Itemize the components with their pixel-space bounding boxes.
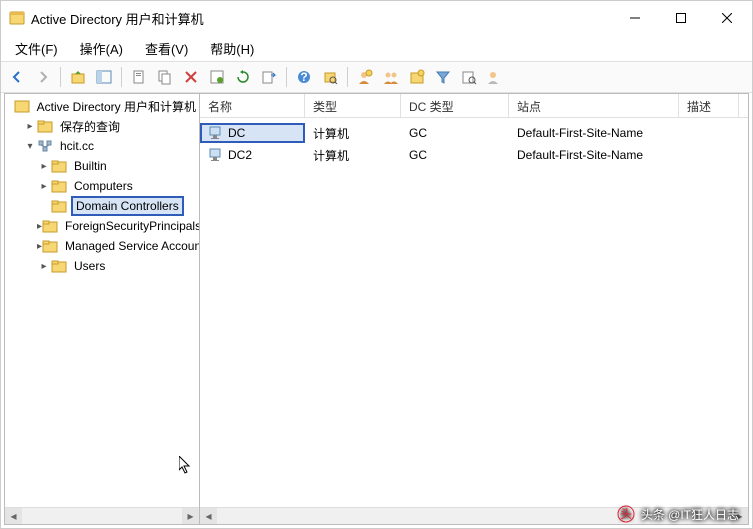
app-icon bbox=[9, 10, 25, 26]
expand-toggle[interactable]: ▸ bbox=[37, 181, 51, 192]
expand-toggle[interactable]: ▸ bbox=[37, 261, 51, 272]
column-header[interactable]: 类型 bbox=[305, 94, 401, 117]
cell-name: DC bbox=[200, 123, 305, 143]
tree-container-item[interactable]: ▸ Builtin bbox=[5, 156, 199, 176]
tree-label: hcit.cc bbox=[57, 138, 97, 154]
expand-toggle[interactable]: ▸ bbox=[37, 161, 51, 172]
computer-icon bbox=[208, 125, 224, 141]
tree-saved-queries[interactable]: ▸ 保存的查询 bbox=[5, 116, 199, 136]
tree-label: Users bbox=[71, 258, 108, 274]
list-row[interactable]: DC计算机GCDefault-First-Site-Name bbox=[200, 122, 748, 144]
folder-icon bbox=[42, 218, 58, 234]
domain-icon bbox=[37, 138, 53, 154]
menu-view[interactable]: 查看(V) bbox=[135, 36, 198, 61]
cell-dc-type: GC bbox=[401, 126, 509, 140]
folder-icon bbox=[51, 258, 67, 274]
column-header[interactable]: 名称 bbox=[200, 94, 305, 117]
tree-hscrollbar[interactable]: ◂ ▸ bbox=[5, 507, 199, 524]
tree-label: ForeignSecurityPrincipals bbox=[62, 218, 199, 234]
scroll-right-button[interactable]: ▸ bbox=[182, 508, 199, 525]
tree-label: 保存的查询 bbox=[57, 117, 123, 136]
titlebar: Active Directory 用户和计算机 bbox=[1, 1, 752, 35]
content-area: Active Directory 用户和计算机 ▸ 保存的查询 ▾ hcit.c… bbox=[4, 93, 749, 525]
tree-label: Domain Controllers bbox=[71, 196, 184, 216]
folder-icon bbox=[51, 158, 67, 174]
tree-container-item[interactable]: ▸ Computers bbox=[5, 176, 199, 196]
show-hide-tree-button[interactable] bbox=[92, 65, 116, 89]
folder-icon bbox=[51, 178, 67, 194]
filter-button[interactable] bbox=[431, 65, 455, 89]
folder-icon bbox=[37, 118, 53, 134]
forward-button[interactable] bbox=[31, 65, 55, 89]
menu-action[interactable]: 操作(A) bbox=[70, 36, 133, 61]
copy-button[interactable] bbox=[153, 65, 177, 89]
cut-button[interactable] bbox=[127, 65, 151, 89]
expand-toggle[interactable]: ▾ bbox=[23, 141, 37, 152]
cell-dc-type: GC bbox=[401, 148, 509, 162]
list-header: 名称类型DC 类型站点描述 bbox=[200, 94, 748, 118]
toolbar-separator bbox=[60, 67, 61, 87]
tree-body[interactable]: Active Directory 用户和计算机 ▸ 保存的查询 ▾ hcit.c… bbox=[5, 94, 199, 507]
tree-container-item[interactable]: Domain Controllers bbox=[5, 196, 199, 216]
console-root-icon bbox=[14, 98, 30, 114]
toolbar-separator bbox=[286, 67, 287, 87]
refresh-button[interactable] bbox=[231, 65, 255, 89]
tree-container-item[interactable]: ▸ Users bbox=[5, 256, 199, 276]
watermark-icon: 头 bbox=[617, 505, 635, 523]
watermark: 头 头条 @IT狂人日志 bbox=[617, 505, 739, 523]
svg-text:头: 头 bbox=[620, 507, 632, 521]
toolbar-separator bbox=[347, 67, 348, 87]
menubar: 文件(F) 操作(A) 查看(V) 帮助(H) bbox=[1, 35, 752, 61]
add-to-group-button[interactable] bbox=[483, 65, 507, 89]
tree-label: Builtin bbox=[71, 158, 110, 174]
list-body[interactable]: DC计算机GCDefault-First-Site-NameDC2计算机GCDe… bbox=[200, 118, 748, 507]
help-button[interactable]: ? bbox=[292, 65, 316, 89]
tree-root[interactable]: Active Directory 用户和计算机 bbox=[5, 96, 199, 116]
watermark-text: 头条 @IT狂人日志 bbox=[641, 506, 739, 523]
menu-file[interactable]: 文件(F) bbox=[5, 36, 68, 61]
svg-text:?: ? bbox=[300, 70, 307, 84]
list-row[interactable]: DC2计算机GCDefault-First-Site-Name bbox=[200, 144, 748, 166]
scroll-left-button[interactable]: ◂ bbox=[5, 508, 22, 525]
column-header[interactable]: DC 类型 bbox=[401, 94, 509, 117]
folder-icon bbox=[51, 198, 67, 214]
cell-type: 计算机 bbox=[305, 147, 401, 164]
query-button[interactable] bbox=[457, 65, 481, 89]
window-title: Active Directory 用户和计算机 bbox=[31, 9, 612, 28]
tree-container-item[interactable]: ▸Managed Service Accounts bbox=[5, 236, 199, 256]
back-button[interactable] bbox=[5, 65, 29, 89]
list-panel: 名称类型DC 类型站点描述 DC计算机GCDefault-First-Site-… bbox=[200, 94, 748, 524]
export-button[interactable] bbox=[257, 65, 281, 89]
tree-domain[interactable]: ▾ hcit.cc bbox=[5, 136, 199, 156]
column-header[interactable]: 站点 bbox=[509, 94, 679, 117]
scroll-left-button[interactable]: ◂ bbox=[200, 508, 217, 525]
computer-icon bbox=[208, 147, 224, 163]
new-group-button[interactable] bbox=[379, 65, 403, 89]
tree-panel: Active Directory 用户和计算机 ▸ 保存的查询 ▾ hcit.c… bbox=[5, 94, 200, 524]
new-ou-button[interactable] bbox=[405, 65, 429, 89]
tree-label: Computers bbox=[71, 178, 136, 194]
minimize-button[interactable] bbox=[612, 2, 658, 34]
cell-site: Default-First-Site-Name bbox=[509, 148, 679, 162]
tree-label: Managed Service Accounts bbox=[62, 238, 199, 254]
expand-toggle[interactable]: ▸ bbox=[23, 121, 37, 132]
maximize-button[interactable] bbox=[658, 2, 704, 34]
menu-help[interactable]: 帮助(H) bbox=[200, 36, 264, 61]
column-header[interactable]: 描述 bbox=[679, 94, 739, 117]
delete-button[interactable] bbox=[179, 65, 203, 89]
cell-type: 计算机 bbox=[305, 125, 401, 142]
new-user-button[interactable] bbox=[353, 65, 377, 89]
tree-container-item[interactable]: ▸ForeignSecurityPrincipals bbox=[5, 216, 199, 236]
up-button[interactable] bbox=[66, 65, 90, 89]
properties-button[interactable] bbox=[205, 65, 229, 89]
cell-site: Default-First-Site-Name bbox=[509, 126, 679, 140]
close-button[interactable] bbox=[704, 2, 750, 34]
cell-name: DC2 bbox=[200, 147, 305, 163]
toolbar: ? bbox=[1, 61, 752, 93]
toolbar-separator bbox=[121, 67, 122, 87]
find-button[interactable] bbox=[318, 65, 342, 89]
folder-icon bbox=[42, 238, 58, 254]
tree-label: Active Directory 用户和计算机 bbox=[34, 97, 199, 116]
